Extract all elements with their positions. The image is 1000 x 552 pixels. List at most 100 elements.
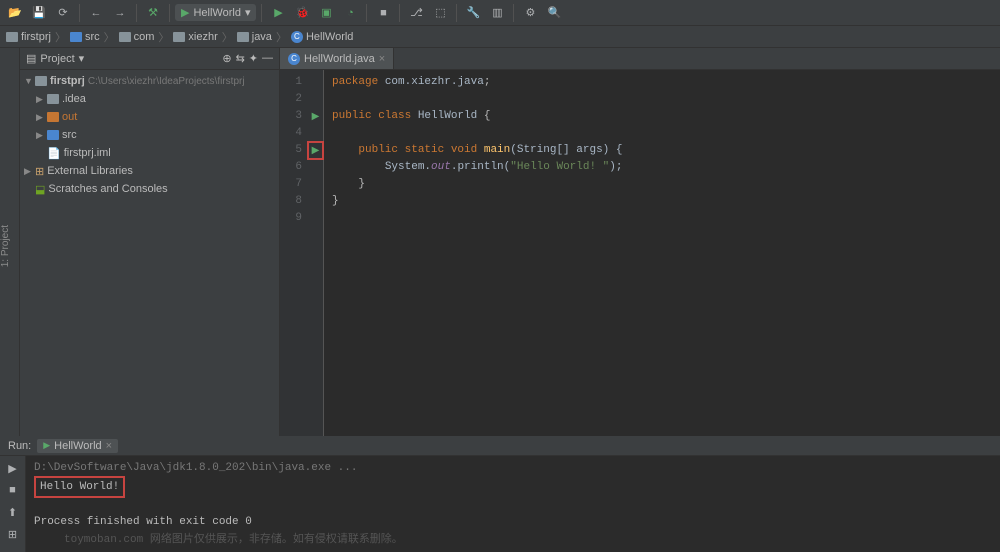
watermark-text: toymoban.com 网络图片仅供展示，非存储。如有侵权请联系删除。 bbox=[64, 532, 992, 548]
library-icon: ⊞ bbox=[35, 165, 44, 178]
panel-icon: ▤ bbox=[26, 52, 36, 65]
up-icon[interactable]: ⬆ bbox=[5, 504, 21, 520]
save-icon[interactable]: 💾 bbox=[28, 3, 50, 23]
root-path: C:\Users\xiezhr\IdeaProjects\firstprj bbox=[88, 76, 245, 87]
run-command: D:\DevSoftware\Java\jdk1.8.0_202\bin\jav… bbox=[34, 460, 992, 476]
run-class-icon[interactable]: ▶ bbox=[308, 108, 323, 125]
folder-icon bbox=[70, 32, 82, 42]
class-icon: C bbox=[288, 53, 300, 65]
close-icon[interactable]: × bbox=[379, 53, 385, 65]
stop-icon[interactable]: ■ bbox=[372, 3, 394, 23]
bc-separator: 〉 bbox=[55, 29, 66, 45]
run-tab[interactable]: ▶ HellWorld × bbox=[37, 439, 118, 453]
search-icon[interactable]: 🔍 bbox=[543, 3, 565, 23]
folder-icon bbox=[47, 130, 59, 140]
gear-icon[interactable]: ✦ bbox=[249, 52, 258, 65]
tree-idea[interactable]: ▶.idea bbox=[20, 90, 279, 108]
back-icon[interactable]: ← bbox=[85, 3, 107, 23]
project-tree: ▼ firstprj C:\Users\xiezhr\IdeaProjects\… bbox=[20, 70, 279, 200]
dropdown-icon[interactable]: ▾ bbox=[79, 52, 85, 65]
project-panel: ▤ Project ▾ ⊕ ⇆ ✦ — ▼ firstprj C:\Users\… bbox=[20, 48, 280, 436]
bc-java[interactable]: java bbox=[237, 31, 272, 43]
file-icon: 📄 bbox=[47, 147, 61, 160]
refresh-icon[interactable]: ⟳ bbox=[52, 3, 74, 23]
main-toolbar: 📂 💾 ⟳ ← → ⚒ ▶ HellWorld ▾ ▶ 🐞 ▣ ◔ ■ ⎇ ⬚ … bbox=[0, 0, 1000, 26]
editor-tab[interactable]: C HellWorld.java × bbox=[280, 48, 394, 69]
folder-icon bbox=[47, 94, 59, 104]
rerun-icon[interactable]: ▶ bbox=[5, 460, 21, 476]
coverage-icon[interactable]: ▣ bbox=[315, 3, 337, 23]
run-tool-window: Run: ▶ HellWorld × ▶ ■ ⬆ ⊞ D:\DevSoftwar… bbox=[0, 436, 1000, 552]
chevron-right-icon: ▶ bbox=[36, 130, 44, 141]
editor-tab-bar: C HellWorld.java × bbox=[280, 48, 1000, 70]
tree-root[interactable]: ▼ firstprj C:\Users\xiezhr\IdeaProjects\… bbox=[20, 72, 279, 90]
chevron-down-icon: ▼ bbox=[24, 76, 32, 86]
play-icon: ▶ bbox=[43, 440, 50, 451]
separator bbox=[456, 4, 457, 22]
layout-icon[interactable]: ⊞ bbox=[5, 526, 21, 542]
tree-iml[interactable]: 📄firstprj.iml bbox=[20, 144, 279, 162]
bc-separator: 〉 bbox=[158, 29, 169, 45]
bc-separator: 〉 bbox=[104, 29, 115, 45]
tree-external-libs[interactable]: ▶⊞External Libraries bbox=[20, 162, 279, 180]
exit-message: Process finished with exit code 0 bbox=[34, 514, 992, 530]
collapse-icon[interactable]: ⊕ bbox=[222, 52, 231, 65]
output-highlight: Hello World! bbox=[34, 476, 125, 498]
line-numbers: 123456789 bbox=[280, 70, 308, 436]
folder-icon bbox=[173, 32, 185, 42]
structure-icon[interactable]: ▥ bbox=[486, 3, 508, 23]
play-icon: ▶ bbox=[181, 6, 189, 19]
separator bbox=[169, 4, 170, 22]
close-icon[interactable]: × bbox=[106, 440, 112, 452]
debug-icon[interactable]: 🐞 bbox=[291, 3, 313, 23]
stop-icon[interactable]: ■ bbox=[5, 482, 21, 498]
dropdown-icon: ▾ bbox=[245, 6, 251, 19]
folder-icon bbox=[6, 32, 18, 42]
tree-src[interactable]: ▶src bbox=[20, 126, 279, 144]
bc-xiezhr[interactable]: xiezhr bbox=[173, 31, 217, 43]
open-icon[interactable]: 📂 bbox=[4, 3, 26, 23]
run-icon[interactable]: ▶ bbox=[267, 3, 289, 23]
vcs-icon[interactable]: ⬚ bbox=[429, 3, 451, 23]
separator bbox=[366, 4, 367, 22]
folder-icon bbox=[237, 32, 249, 42]
run-output[interactable]: D:\DevSoftware\Java\jdk1.8.0_202\bin\jav… bbox=[26, 456, 1000, 552]
bc-class[interactable]: CHellWorld bbox=[291, 31, 353, 43]
folder-icon bbox=[119, 32, 131, 42]
wrench-icon[interactable]: 🔧 bbox=[462, 3, 484, 23]
bc-root[interactable]: firstprj bbox=[6, 31, 51, 43]
profile-icon[interactable]: ◔ bbox=[339, 3, 361, 23]
separator bbox=[399, 4, 400, 22]
class-icon: C bbox=[291, 31, 303, 43]
panel-title-text: Project bbox=[40, 53, 74, 65]
bc-src[interactable]: src bbox=[70, 31, 100, 43]
run-config-selector[interactable]: ▶ HellWorld ▾ bbox=[175, 4, 256, 21]
tree-scratches[interactable]: ⬓Scratches and Consoles bbox=[20, 180, 279, 198]
bc-com[interactable]: com bbox=[119, 31, 155, 43]
forward-icon[interactable]: → bbox=[109, 3, 131, 23]
chevron-right-icon: ▶ bbox=[36, 112, 44, 123]
run-sidebar: ▶ ■ ⬆ ⊞ bbox=[0, 456, 26, 552]
separator bbox=[513, 4, 514, 22]
separator bbox=[261, 4, 262, 22]
scratches-icon: ⬓ bbox=[35, 183, 45, 196]
gutter-icons: ▶ ▶ bbox=[308, 70, 324, 436]
hammer-icon[interactable]: ⚒ bbox=[142, 3, 164, 23]
tree-out[interactable]: ▶out bbox=[20, 108, 279, 126]
gear-icon[interactable]: ⚙ bbox=[519, 3, 541, 23]
separator bbox=[136, 4, 137, 22]
separator bbox=[79, 4, 80, 22]
folder-icon bbox=[47, 112, 59, 122]
run-main-icon[interactable]: ▶ bbox=[308, 142, 323, 159]
left-tool-gutter[interactable]: 1: Project bbox=[0, 48, 20, 436]
editor-area: C HellWorld.java × 123456789 ▶ ▶ package… bbox=[280, 48, 1000, 436]
breadcrumb-bar: firstprj 〉 src 〉 com 〉 xiezhr 〉 java 〉 C… bbox=[0, 26, 1000, 48]
bc-separator: 〉 bbox=[276, 29, 287, 45]
git-icon[interactable]: ⎇ bbox=[405, 3, 427, 23]
code-editor[interactable]: package com.xiezhr.java; public class He… bbox=[324, 70, 1000, 436]
project-panel-header: ▤ Project ▾ ⊕ ⇆ ✦ — bbox=[20, 48, 279, 70]
expand-icon[interactable]: ⇆ bbox=[236, 52, 245, 65]
minimize-icon[interactable]: — bbox=[262, 52, 273, 65]
run-label: Run: bbox=[8, 440, 31, 452]
run-config-label: HellWorld bbox=[193, 7, 240, 19]
